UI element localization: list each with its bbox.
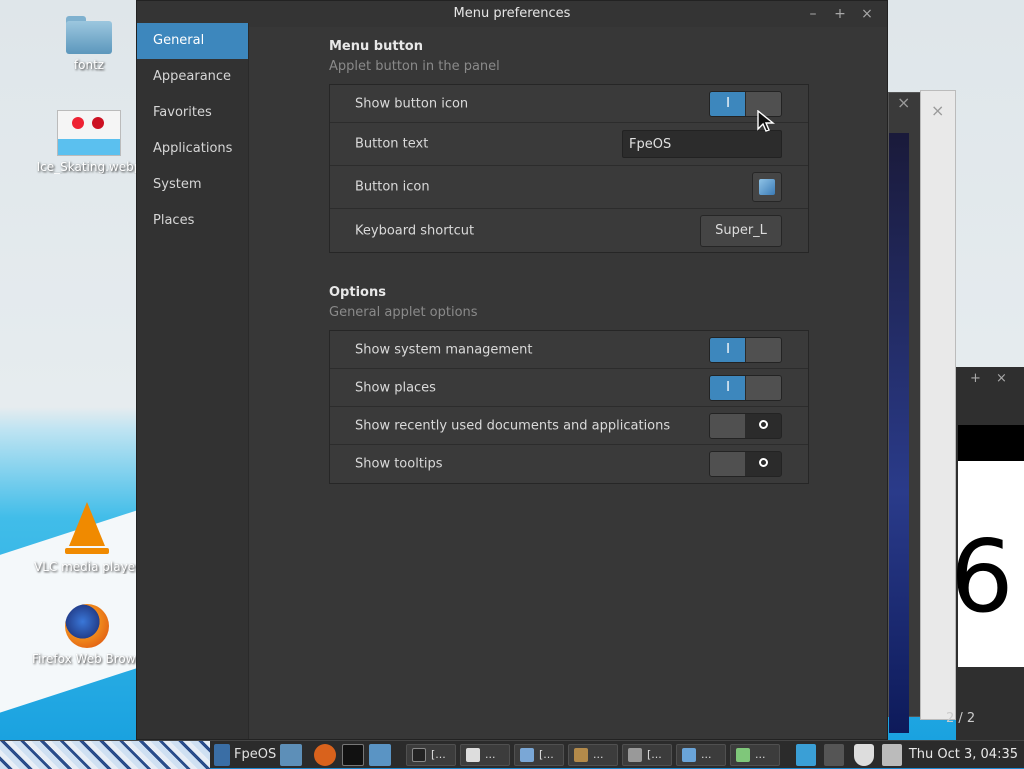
section-title-menu-button: Menu button — [329, 39, 423, 54]
row-show-button-icon: Show button icon I — [330, 85, 808, 123]
close-icon[interactable]: × — [897, 93, 910, 112]
desktop-icon-fontz[interactable]: fontz — [34, 16, 144, 72]
viewer-digit: 6 — [950, 518, 1014, 635]
document-viewer-icon — [736, 748, 750, 762]
text-editor-icon — [628, 748, 642, 762]
button-text-input[interactable] — [622, 130, 782, 158]
row-show-system-management: Show system management I — [330, 331, 808, 369]
pen-icon[interactable] — [824, 744, 844, 766]
task-button-terminal[interactable]: [... — [406, 744, 456, 766]
switch-on-glyph: I — [710, 337, 746, 362]
switch-off-icon — [758, 458, 768, 467]
sidebar-item-general[interactable]: General — [137, 23, 248, 59]
section-subtitle-options: General applet options — [329, 305, 478, 320]
row-label: Show recently used documents and applica… — [355, 418, 671, 433]
row-label: Keyboard shortcut — [355, 223, 475, 238]
row-label: Show system management — [355, 342, 533, 357]
task-button-folder[interactable]: ... — [568, 744, 618, 766]
title-bar[interactable]: Menu preferences – + × — [137, 1, 887, 27]
close-icon[interactable]: × — [931, 101, 944, 120]
row-button-text: Button text — [330, 123, 808, 166]
mouse-cursor-icon — [757, 110, 775, 132]
menu-logo-icon[interactable] — [214, 744, 230, 766]
row-keyboard-shortcut: Keyboard shortcut Super_L — [330, 209, 808, 252]
show-desktop-icon[interactable] — [280, 744, 302, 766]
viewer-page-counter: 2 / 2 — [946, 711, 976, 726]
files-launcher-icon[interactable] — [369, 744, 391, 766]
show-places-switch[interactable]: I — [709, 374, 782, 401]
sidebar-item-applications[interactable]: Applications — [137, 131, 248, 167]
desktop-icon-label: VLC media player — [33, 560, 140, 574]
row-button-icon: Button icon — [330, 166, 808, 209]
sidebar-item-places[interactable]: Places — [137, 203, 248, 239]
keyboard-shortcut-button[interactable]: Super_L — [700, 214, 782, 247]
sidebar: General Appearance Favorites Application… — [137, 23, 249, 739]
close-icon[interactable]: × — [996, 371, 1007, 386]
image-icon — [520, 748, 534, 762]
folder-icon — [574, 748, 588, 762]
menu-logo-icon — [682, 748, 696, 762]
image-file-icon — [57, 110, 121, 156]
sidebar-item-appearance[interactable]: Appearance — [137, 59, 248, 95]
desktop-icon-label: Ice_Skating.webp — [36, 160, 142, 174]
terminal-launcher-icon[interactable] — [342, 744, 364, 766]
lock-icon[interactable] — [796, 744, 816, 766]
menu-preferences-dialog: Menu preferences – + × General Appearanc… — [136, 0, 888, 740]
row-label: Button icon — [355, 179, 430, 195]
show-tooltips-switch[interactable] — [709, 451, 782, 477]
row-label: Show button icon — [355, 96, 469, 111]
task-button-image[interactable]: [... — [514, 744, 564, 766]
minimize-button[interactable]: – — [803, 1, 823, 27]
show-recent-switch[interactable] — [709, 412, 782, 439]
row-show-places: Show places I — [330, 369, 808, 407]
desktop-icon-label: fontz — [73, 58, 105, 72]
task-button-shield[interactable]: ... — [460, 744, 510, 766]
section-title-options: Options — [329, 285, 386, 300]
desktop-icon-firefox[interactable]: Firefox Web Browser — [32, 604, 142, 666]
taskbar-wallpaper-strip — [0, 741, 210, 769]
switch-off-icon — [758, 419, 768, 429]
desktop-icon-ice-skating[interactable]: Ice_Skating.webp — [34, 110, 144, 174]
menu-button-group: Show button icon I Button text Button ic… — [329, 84, 809, 253]
switch-on-glyph: I — [710, 91, 746, 116]
row-label: Show places — [355, 380, 436, 395]
task-button-editor[interactable]: [... — [622, 744, 672, 766]
dialog-title: Menu preferences — [453, 6, 571, 21]
clock[interactable]: Thu Oct 3, 04:35 — [909, 745, 1018, 765]
background-window-viewer[interactable]: + × 6 2 / 2 — [946, 367, 1024, 740]
taskbar: FpeOS [... ... [... ... [... ... ... Thu… — [0, 740, 1024, 769]
task-button-viewer[interactable]: ... — [730, 744, 780, 766]
desktop-icon-vlc[interactable]: VLC media player — [32, 502, 142, 574]
shield-icon — [466, 748, 480, 762]
folder-icon — [66, 16, 112, 54]
sidebar-item-favorites[interactable]: Favorites — [137, 95, 248, 131]
maximize-icon[interactable]: + — [970, 371, 981, 386]
button-icon-chooser[interactable] — [752, 172, 782, 202]
switch-on-glyph: I — [710, 375, 746, 400]
terminal-icon — [412, 748, 426, 762]
space-photo — [889, 133, 909, 733]
vlc-cone-icon — [69, 502, 105, 546]
menu-button-label[interactable]: FpeOS — [234, 744, 276, 766]
menu-logo-icon — [759, 179, 775, 195]
row-label: Show tooltips — [355, 456, 443, 472]
task-button-preferences[interactable]: ... — [676, 744, 726, 766]
firefox-launcher-icon[interactable] — [314, 744, 336, 766]
sidebar-item-system[interactable]: System — [137, 167, 248, 203]
firefox-icon — [65, 604, 109, 648]
desktop-icon-label: Firefox Web Browser — [32, 652, 142, 666]
close-button[interactable]: × — [857, 1, 877, 27]
row-label: Button text — [355, 136, 429, 152]
row-show-tooltips: Show tooltips — [330, 445, 808, 483]
show-system-management-switch[interactable]: I — [709, 336, 782, 363]
row-show-recent: Show recently used documents and applica… — [330, 407, 808, 445]
shield-icon[interactable] — [854, 744, 874, 766]
background-window-image[interactable]: × — [888, 92, 922, 733]
settings-content: Menu button Applet button in the panel S… — [329, 27, 809, 484]
volume-icon[interactable] — [882, 744, 902, 766]
options-group: Show system management I Show places I S… — [329, 330, 809, 484]
section-subtitle-menu-button: Applet button in the panel — [329, 59, 500, 74]
maximize-button[interactable]: + — [830, 1, 850, 27]
